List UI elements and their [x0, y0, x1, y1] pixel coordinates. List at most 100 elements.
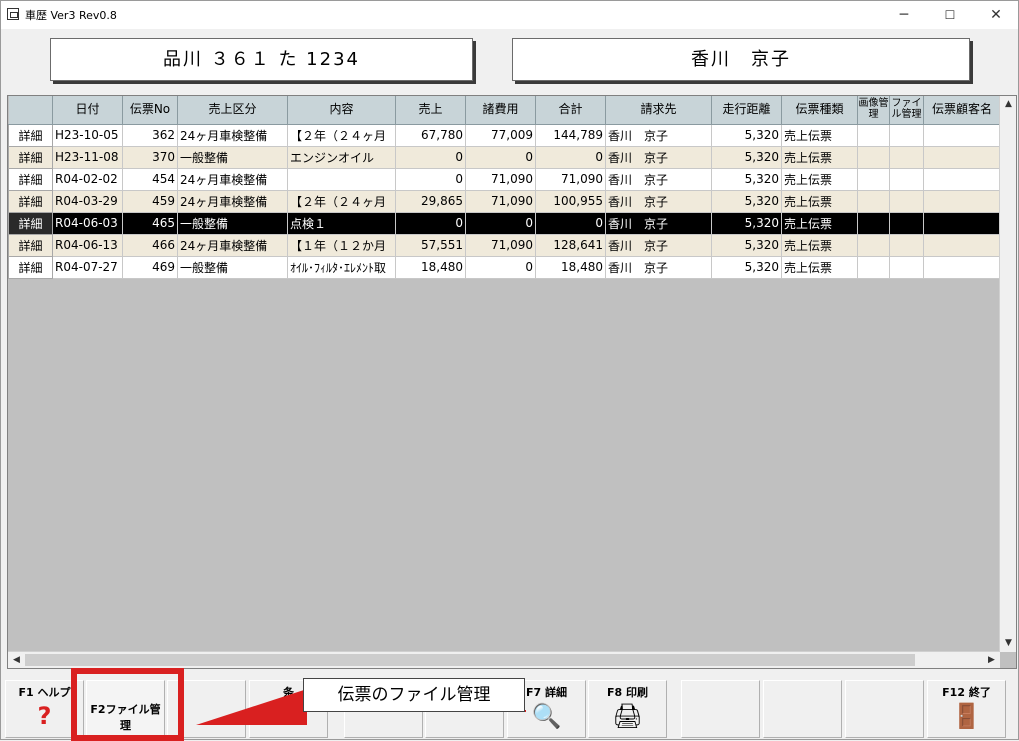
cell-seikyu: 香川 京子 — [605, 168, 712, 191]
cell-naiyo: ｵｲﾙ･ﾌｨﾙﾀ･ｴﾚﾒﾝﾄ取 — [287, 256, 396, 279]
fkey-button-empty[interactable] — [845, 680, 924, 738]
scroll-up-icon[interactable]: ▲ — [1000, 96, 1016, 113]
scroll-down-icon[interactable]: ▼ — [1000, 635, 1016, 652]
cell-kyori: 5,320 — [711, 124, 782, 147]
row-detail-button[interactable]: 詳細 — [8, 211, 53, 235]
cell-kubun: 一般整備 — [177, 256, 288, 279]
row-detail-button[interactable]: 詳細 — [8, 145, 53, 169]
cell-empty — [889, 212, 924, 235]
cell-no: 465 — [122, 212, 178, 235]
column-header[interactable]: ファイル管理 — [889, 96, 924, 125]
table-row[interactable]: 詳細 R04-06-03 465 一般整備 点検１ 0 0 0 香川 京子 5,320 売上伝票 — [8, 211, 1001, 235]
column-header[interactable]: 内容 — [287, 96, 396, 125]
cell-shohiyo: 0 — [465, 256, 536, 279]
cell-empty — [889, 168, 924, 191]
cell-kubun: 一般整備 — [177, 212, 288, 235]
column-header[interactable] — [8, 96, 53, 125]
cell-seikyu: 香川 京子 — [605, 124, 712, 147]
column-header[interactable]: 伝票種類 — [781, 96, 858, 125]
cell-seikyu: 香川 京子 — [605, 234, 712, 257]
exit-door-icon: 🚪 — [951, 702, 982, 730]
column-header[interactable]: 請求先 — [605, 96, 712, 125]
cell-date: R04-03-29 — [52, 190, 123, 213]
cell-date: H23-10-05 — [52, 124, 123, 147]
vertical-scrollbar[interactable]: ▲ ▼ — [999, 96, 1016, 652]
row-detail-button[interactable]: 詳細 — [8, 189, 53, 213]
fkey-button-12[interactable]: F12 終了 🚪 — [927, 680, 1006, 738]
cell-kyori: 5,320 — [711, 146, 782, 169]
column-header[interactable]: 合計 — [535, 96, 606, 125]
cell-uriage: 0 — [395, 212, 466, 235]
fkey-button-8[interactable]: F8 印刷 🖨 — [588, 680, 667, 738]
cell-no: 466 — [122, 234, 178, 257]
cell-shurui: 売上伝票 — [781, 256, 858, 279]
cell-empty — [889, 190, 924, 213]
cell-uriage: 57,551 — [395, 234, 466, 257]
maximize-button[interactable]: ☐ — [927, 1, 973, 29]
table-row[interactable]: 詳細 R04-03-29 459 24ヶ月車検整備 【２年（２４ヶ月 29,865 71,0… — [8, 189, 1001, 213]
fkey-button-empty[interactable] — [681, 680, 760, 738]
table-row[interactable]: 詳細 H23-10-05 362 24ヶ月車検整備 【２年（２４ヶ月 67,780 77,0… — [8, 123, 1001, 147]
cell-date: H23-11-08 — [52, 146, 123, 169]
cell-empty — [923, 146, 1001, 169]
cell-gokei: 0 — [535, 146, 606, 169]
column-header[interactable]: 走行距離 — [711, 96, 782, 125]
cell-gokei: 18,480 — [535, 256, 606, 279]
cell-kyori: 5,320 — [711, 234, 782, 257]
cell-empty — [923, 212, 1001, 235]
cell-no: 459 — [122, 190, 178, 213]
title-bar: 車歴 Ver3 Rev0.8 ─ ☐ ✕ — [1, 1, 1018, 29]
horizontal-scroll-thumb[interactable] — [25, 654, 915, 666]
column-header[interactable]: 売上区分 — [177, 96, 288, 125]
cell-empty — [857, 190, 890, 213]
cell-empty — [923, 256, 1001, 279]
scroll-left-icon[interactable]: ◀ — [8, 652, 25, 668]
cell-empty — [923, 190, 1001, 213]
cell-kubun: 24ヶ月車検整備 — [177, 190, 288, 213]
cell-empty — [857, 168, 890, 191]
cell-empty — [857, 146, 890, 169]
cell-empty — [857, 256, 890, 279]
cell-no: 454 — [122, 168, 178, 191]
horizontal-scrollbar[interactable]: ◀ ▶ — [8, 651, 1000, 668]
row-detail-button[interactable]: 詳細 — [8, 167, 53, 191]
minimize-button[interactable]: ─ — [881, 1, 927, 29]
printer-icon: 🖨 — [612, 702, 643, 730]
scroll-right-icon[interactable]: ▶ — [983, 652, 1000, 668]
column-header[interactable]: 売上 — [395, 96, 466, 125]
cell-naiyo — [287, 168, 396, 191]
cell-gokei: 0 — [535, 212, 606, 235]
callout-label: 伝票のファイル管理 — [303, 678, 525, 712]
cell-no: 370 — [122, 146, 178, 169]
column-header[interactable]: 日付 — [52, 96, 123, 125]
cell-gokei: 71,090 — [535, 168, 606, 191]
cell-seikyu: 香川 京子 — [605, 212, 712, 235]
row-detail-button[interactable]: 詳細 — [8, 233, 53, 257]
cell-uriage: 67,780 — [395, 124, 466, 147]
row-detail-button[interactable]: 詳細 — [8, 255, 53, 279]
cell-empty — [923, 124, 1001, 147]
table-row[interactable]: 詳細 R04-02-02 454 24ヶ月車検整備 0 71,090 71,090 香川 京子… — [8, 167, 1001, 191]
cell-uriage: 0 — [395, 146, 466, 169]
cell-seikyu: 香川 京子 — [605, 256, 712, 279]
close-button[interactable]: ✕ — [973, 1, 1019, 29]
table-row[interactable]: 詳細 H23-11-08 370 一般整備 エンジンオイル 0 0 0 香川 京子 5,320 売上… — [8, 145, 1001, 169]
window-title: 車歴 Ver3 Rev0.8 — [25, 9, 117, 22]
column-header[interactable]: 画像管理 — [857, 96, 890, 125]
table-row[interactable]: 詳細 R04-07-27 469 一般整備 ｵｲﾙ･ﾌｨﾙﾀ･ｴﾚﾒﾝﾄ取 18,480 0… — [8, 255, 1001, 279]
cell-kubun: 24ヶ月車検整備 — [177, 124, 288, 147]
table-row[interactable]: 詳細 R04-06-13 466 24ヶ月車検整備 【１年（１２か月 57,551 71,0… — [8, 233, 1001, 257]
cell-shurui: 売上伝票 — [781, 234, 858, 257]
cell-gokei: 100,955 — [535, 190, 606, 213]
cell-date: R04-06-13 — [52, 234, 123, 257]
cell-empty — [923, 234, 1001, 257]
plate-number-panel: 品川 ３６１ た 1234 — [50, 38, 473, 81]
column-header[interactable]: 諸費用 — [465, 96, 536, 125]
cell-gokei: 144,789 — [535, 124, 606, 147]
column-header[interactable]: 伝票No — [122, 96, 178, 125]
row-detail-button[interactable]: 詳細 — [8, 123, 53, 147]
cell-kubun: 24ヶ月車検整備 — [177, 168, 288, 191]
column-header[interactable]: 伝票顧客名 — [923, 96, 1001, 125]
fkey-button-empty[interactable] — [763, 680, 842, 738]
cell-kyori: 5,320 — [711, 168, 782, 191]
